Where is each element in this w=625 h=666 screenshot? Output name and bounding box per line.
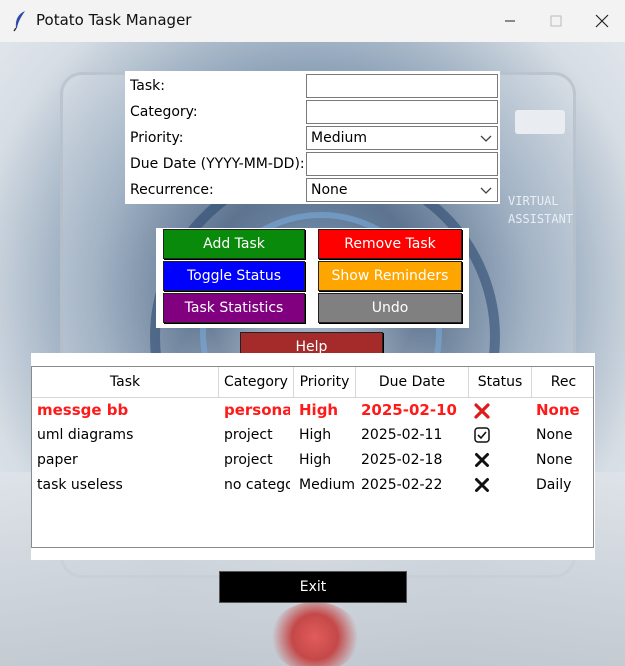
toggle-status-button[interactable]: Toggle Status xyxy=(163,261,305,291)
cell-task: task useless xyxy=(37,477,123,493)
cell-task: messge bb xyxy=(37,401,129,419)
cell-task: uml diagrams xyxy=(37,427,134,443)
feather-icon xyxy=(13,11,25,32)
recurrence-value: None xyxy=(311,182,348,198)
checkbox-checked-icon xyxy=(474,427,490,443)
background-text: VIRTUAL ASSISTANT xyxy=(508,192,573,228)
close-icon xyxy=(595,14,609,28)
background-text-line1: VIRTUAL xyxy=(508,194,559,208)
due-date-row: Due Date (YYYY-MM-DD): xyxy=(125,151,500,177)
minimize-button[interactable] xyxy=(487,0,533,42)
recurrence-label: Recurrence: xyxy=(130,182,214,198)
background-glow xyxy=(270,602,360,666)
due-date-input[interactable] xyxy=(306,152,498,176)
cell-due-date: 2025-02-10 xyxy=(361,401,457,419)
due-date-label: Due Date (YYYY-MM-DD): xyxy=(130,156,305,172)
cell-status xyxy=(473,473,528,498)
minimize-icon xyxy=(505,20,515,22)
close-button[interactable] xyxy=(579,0,625,42)
cell-rec: Daily xyxy=(536,477,572,493)
column-header-task[interactable]: Task xyxy=(32,367,219,397)
add-task-button[interactable]: Add Task xyxy=(163,229,305,259)
task-label: Task: xyxy=(130,78,165,94)
cell-rec: None xyxy=(536,401,580,419)
maximize-button[interactable] xyxy=(533,0,579,42)
maximize-icon xyxy=(550,15,562,27)
column-header-priority[interactable]: Priority xyxy=(294,367,356,397)
task-statistics-button[interactable]: Task Statistics xyxy=(163,293,305,323)
title-bar: Potato Task Manager xyxy=(0,0,625,43)
table-row[interactable]: task useless no category Medium 2025-02-22 D… xyxy=(32,473,593,498)
remove-task-button[interactable]: Remove Task xyxy=(318,229,462,259)
priority-value: Medium xyxy=(311,130,367,146)
table-row[interactable]: uml diagrams project High 2025-02-11 None xyxy=(32,423,593,448)
task-input[interactable] xyxy=(306,74,498,98)
cell-priority: High xyxy=(299,401,339,419)
cross-icon xyxy=(475,478,489,492)
category-row: Category: xyxy=(125,99,500,125)
category-label: Category: xyxy=(130,104,198,120)
cell-due-date: 2025-02-18 xyxy=(361,452,443,468)
cell-status xyxy=(473,423,528,448)
cell-task: paper xyxy=(37,452,78,468)
chevron-down-icon xyxy=(480,135,492,142)
cell-category: project xyxy=(224,452,273,468)
show-reminders-button[interactable]: Show Reminders xyxy=(318,261,462,291)
priority-label: Priority: xyxy=(130,130,184,146)
cell-category: project xyxy=(224,427,273,443)
recurrence-select[interactable]: None xyxy=(306,178,498,202)
priority-row: Priority: Medium xyxy=(125,125,500,151)
cell-rec: None xyxy=(536,427,573,443)
background-text-line2: ASSISTANT xyxy=(508,212,574,226)
exit-button[interactable]: Exit xyxy=(219,571,407,603)
column-header-due-date[interactable]: Due Date xyxy=(356,367,469,397)
column-header-rec[interactable]: Rec xyxy=(532,367,593,397)
cross-red-icon xyxy=(474,402,490,419)
column-header-status[interactable]: Status xyxy=(469,367,532,397)
cell-status xyxy=(473,448,528,473)
cell-due-date: 2025-02-11 xyxy=(361,427,443,443)
cell-category: personal xyxy=(224,401,290,419)
task-row: Task: xyxy=(125,73,500,99)
cell-priority: High xyxy=(299,452,332,468)
chevron-down-icon xyxy=(480,187,492,194)
cell-category: no category xyxy=(224,477,290,493)
cell-priority: Medium xyxy=(299,477,354,493)
cell-priority: High xyxy=(299,427,332,443)
window-title: Potato Task Manager xyxy=(36,11,192,29)
table-row[interactable]: paper project High 2025-02-18 None xyxy=(32,448,593,473)
column-header-category[interactable]: Category xyxy=(219,367,294,397)
help-button[interactable]: Help xyxy=(240,332,383,354)
priority-select[interactable]: Medium xyxy=(306,126,498,150)
table-header: Task Category Priority Due Date Status R… xyxy=(32,367,593,398)
category-input[interactable] xyxy=(306,100,498,124)
cell-status xyxy=(473,398,528,423)
undo-button[interactable]: Undo xyxy=(318,293,462,323)
background-sign xyxy=(515,110,565,134)
cross-icon xyxy=(475,453,489,467)
task-table[interactable]: Task Category Priority Due Date Status R… xyxy=(31,366,594,548)
cell-due-date: 2025-02-22 xyxy=(361,477,443,493)
cell-rec: None xyxy=(536,452,573,468)
task-form: Task: Category: Priority: Medium Due Dat… xyxy=(125,71,500,204)
table-row[interactable]: messge bb personal High 2025-02-10 None xyxy=(32,398,593,423)
recurrence-row: Recurrence: None xyxy=(125,177,500,203)
